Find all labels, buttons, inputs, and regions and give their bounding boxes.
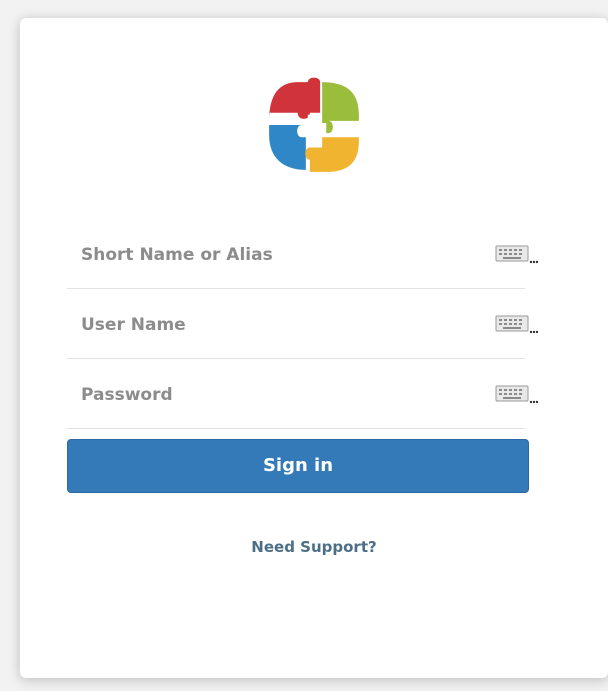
keyboard-icon[interactable] [495,385,539,405]
user-name-input[interactable] [81,308,481,342]
short-name-input[interactable] [81,238,481,272]
short-name-field-row [67,218,539,289]
password-input[interactable] [81,378,481,412]
password-field-row [67,358,539,429]
login-card: Sign in Need Support? [20,18,608,678]
sign-in-button[interactable]: Sign in [67,439,529,493]
keyboard-icon[interactable] [495,315,539,335]
keyboard-icon[interactable] [495,245,539,265]
app-logo [269,77,359,172]
user-name-field-row [67,288,539,359]
need-support-link[interactable]: Need Support? [20,538,608,556]
